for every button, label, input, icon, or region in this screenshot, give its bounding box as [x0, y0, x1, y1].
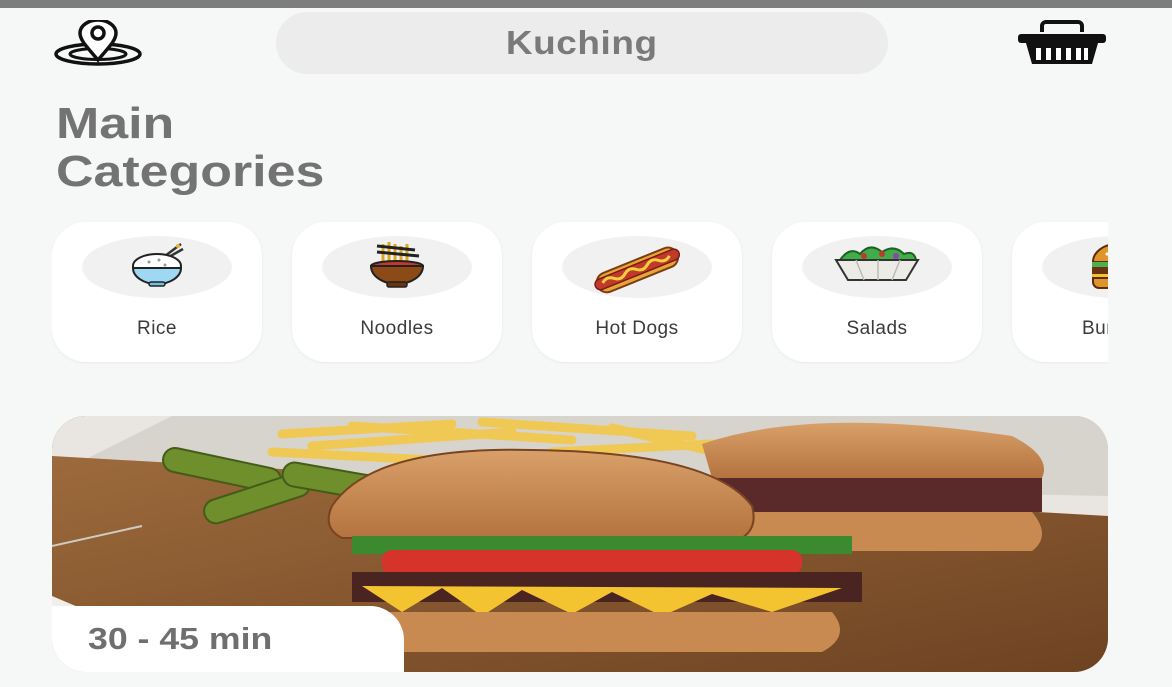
city-label: Kuching [506, 24, 658, 61]
salad-icon [834, 246, 920, 281]
category-icon-bg [322, 236, 472, 298]
category-card-burgers[interactable]: Burgers [1012, 222, 1108, 362]
category-label: Burgers [1081, 318, 1108, 339]
location-pin-icon [54, 18, 142, 66]
app-screen: Kuching Main Categories Rice Noodles Hot… [0, 0, 1172, 687]
category-label: Noodles [360, 318, 434, 339]
title-line-2: Categories [56, 147, 325, 196]
title-line-1: Main [56, 99, 175, 148]
noodles-icon [369, 242, 425, 288]
category-card-hot-dogs[interactable]: Hot Dogs [532, 222, 742, 362]
category-card-salads[interactable]: Salads [772, 222, 982, 362]
category-card-rice[interactable]: Rice [52, 222, 262, 362]
cart-button[interactable] [1014, 18, 1110, 70]
location-button[interactable] [52, 18, 144, 66]
category-icon-bg [802, 236, 952, 298]
rice-bowl-icon [131, 243, 184, 287]
category-icon-bg [562, 236, 712, 298]
category-label: Hot Dogs [595, 318, 679, 339]
featured-restaurant-card[interactable]: 30 - 45 min [52, 416, 1108, 672]
category-label: Salads [846, 318, 908, 339]
burger-icon [1091, 244, 1108, 289]
category-icon-bg [82, 236, 232, 298]
city-selector[interactable]: Kuching [276, 12, 888, 74]
delivery-time-badge: 30 - 45 min [52, 606, 404, 672]
category-carousel[interactable]: Rice Noodles Hot Dogs Salads Bu [52, 218, 1108, 364]
page-title: Main Categories [56, 100, 324, 196]
hot-dog-icon [594, 246, 681, 294]
category-icon-bg [1042, 236, 1108, 298]
category-label: Rice [136, 318, 177, 339]
status-bar [0, 0, 1172, 8]
category-card-noodles[interactable]: Noodles [292, 222, 502, 362]
shopping-basket-icon [1018, 20, 1106, 64]
delivery-time-label: 30 - 45 min [88, 621, 273, 656]
